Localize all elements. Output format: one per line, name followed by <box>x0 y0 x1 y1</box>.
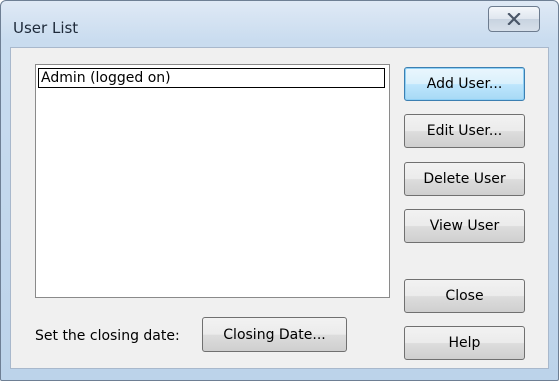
closing-date-button-label: Closing Date... <box>223 326 326 343</box>
close-button[interactable]: Close <box>404 279 525 313</box>
closing-date-button[interactable]: Closing Date... <box>202 317 347 352</box>
add-user-button[interactable]: Add User... <box>404 67 525 101</box>
view-user-button[interactable]: View User <box>404 209 525 243</box>
delete-user-label: Delete User <box>423 171 506 187</box>
edit-user-label: Edit User... <box>426 123 503 139</box>
add-user-label: Add User... <box>426 76 503 92</box>
list-item[interactable]: Admin (logged on) <box>38 68 385 88</box>
user-list-dialog: User List Admin (logged on) Add User... … <box>0 0 559 381</box>
dialog-body: Admin (logged on) Add User... Edit User.… <box>10 47 549 369</box>
close-x-icon <box>507 13 521 25</box>
window-close-button[interactable] <box>488 6 540 32</box>
user-listbox[interactable]: Admin (logged on) <box>35 64 390 298</box>
dialog-title: User List <box>13 19 79 37</box>
delete-user-button[interactable]: Delete User <box>404 162 525 196</box>
close-label: Close <box>445 288 484 304</box>
help-button[interactable]: Help <box>404 326 525 360</box>
help-label: Help <box>448 335 481 351</box>
closing-date-label: Set the closing date: <box>35 328 180 344</box>
edit-user-button[interactable]: Edit User... <box>404 114 525 148</box>
view-user-label: View User <box>429 218 500 234</box>
